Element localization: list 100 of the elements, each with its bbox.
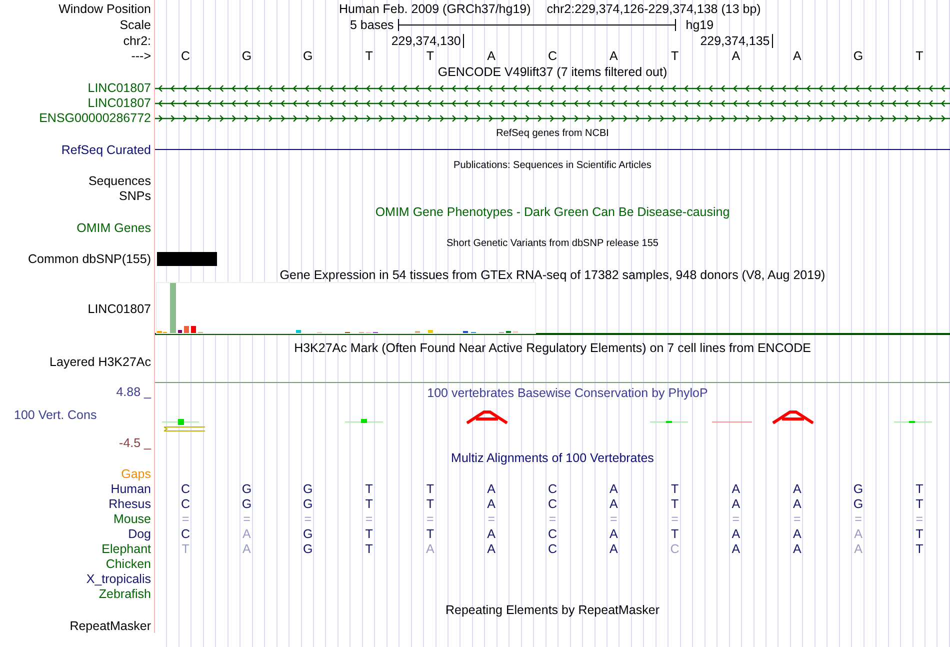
base-letter: G	[303, 49, 313, 63]
track-label: Common dbSNP(155)	[28, 252, 151, 266]
row-label: Scale	[120, 18, 151, 32]
gene-label: LINC01807	[88, 96, 151, 110]
base-letter: G	[242, 49, 252, 63]
ruler-tick: 229,374,135	[700, 34, 773, 48]
row-label: Window Position	[58, 2, 151, 16]
position-text: chr2:229,374,126-229,374,138 (13 bp)	[546, 2, 761, 16]
aligned-base: A	[426, 542, 434, 556]
axis-max-label: 4.88 _	[116, 385, 151, 399]
aligned-base: G	[303, 497, 313, 511]
track-title: H3K27Ac Mark (Often Found Near Active Regulatory Elements) on 7 cell lines from ENCODE	[294, 341, 811, 355]
base-letter: T	[365, 49, 373, 63]
aligned-base: A	[732, 497, 740, 511]
base-letter: A	[792, 49, 802, 63]
aligned-base: =	[916, 512, 924, 526]
aligned-base: A	[792, 497, 802, 511]
base-letter: A	[732, 49, 740, 63]
track-title: Multiz Alignments of 100 Vertebrates	[451, 451, 654, 466]
aligned-base: T	[365, 542, 373, 556]
aligned-base: A	[732, 542, 740, 556]
aligned-base: A	[487, 482, 496, 496]
base-letter: T	[916, 49, 924, 63]
aligned-base: T	[916, 497, 924, 511]
aligned-base: A	[732, 482, 740, 496]
aligned-base: G	[242, 497, 252, 511]
aligned-base: T	[670, 497, 679, 511]
track-label: Sequences	[88, 174, 151, 188]
species-label: Elephant	[102, 542, 151, 556]
aligned-base: =	[426, 512, 434, 526]
track-label: RepeatMasker	[70, 618, 151, 632]
variant-feature	[157, 252, 217, 266]
aligned-base: A	[854, 542, 862, 556]
species-label: Mouse	[113, 512, 151, 526]
aligned-base: C	[181, 527, 190, 541]
aligned-base: C	[548, 497, 557, 511]
aligned-base: T	[426, 497, 434, 511]
aligned-base: =	[182, 512, 190, 526]
aligned-base: T	[916, 527, 924, 541]
scale-text: 5 bases	[350, 18, 394, 32]
aligned-base: T	[426, 482, 434, 496]
species-label: Zebrafish	[98, 587, 151, 601]
scale-assembly: hg19	[686, 18, 714, 32]
aligned-base: C	[548, 542, 557, 556]
aligned-base: C	[181, 497, 190, 511]
track-title: GENCODE V49lift37 (7 items filtered out)	[438, 65, 668, 80]
aligned-base: =	[610, 512, 618, 526]
track-label: Layered H3K27Ac	[50, 355, 151, 369]
aligned-base: G	[303, 527, 313, 541]
aligned-base: =	[793, 512, 801, 526]
aligned-base: T	[365, 482, 373, 496]
aligned-base: A	[242, 527, 251, 541]
aligned-base: G	[242, 482, 252, 496]
track-title: 100 vertebrates Basewise Conservation by PhyloP	[427, 386, 708, 400]
aligned-base: G	[853, 497, 864, 511]
aligned-base: T	[916, 542, 924, 556]
track-title: Publications: Sequences in Scientific Articles	[454, 160, 652, 171]
species-label: Chicken	[106, 557, 151, 571]
gene-label: ENSG00000286772	[39, 111, 151, 125]
base-letter: G	[853, 49, 864, 63]
species-label: Rhesus	[108, 497, 151, 511]
track-label: RefSeq Curated	[61, 142, 151, 156]
base-letter: T	[426, 49, 434, 63]
aligned-base: C	[548, 527, 557, 541]
track-title: RefSeq genes from NCBI	[496, 128, 609, 140]
base-letter: A	[487, 49, 496, 63]
track-title: Short Genetic Variants from dbSNP release 155	[446, 238, 658, 249]
aligned-base: =	[548, 512, 556, 526]
base-letter: A	[609, 49, 618, 63]
base-letter: C	[181, 49, 190, 63]
row-label: chr2:	[123, 34, 151, 48]
aligned-base: A	[609, 497, 618, 511]
aligned-base: A	[242, 542, 251, 556]
aligned-base: =	[671, 512, 678, 526]
aligned-base: C	[181, 482, 190, 496]
track-title: Repeating Elements by RepeatMasker	[445, 602, 660, 617]
aligned-base: A	[792, 542, 802, 556]
aligned-base: T	[426, 527, 434, 541]
aligned-base: C	[670, 542, 680, 556]
track-label: 100 Vert. Cons	[13, 408, 97, 422]
aligned-base: =	[488, 512, 495, 526]
aligned-base: A	[609, 527, 618, 541]
aligned-base: A	[792, 527, 802, 541]
gene-label: LINC01807	[88, 81, 151, 95]
track-label: SNPs	[119, 189, 151, 203]
aligned-base: G	[303, 482, 313, 496]
track-title: Gene Expression in 54 tissues from GTEx RNA-seq of 17382 samples, 948 donors (V8, Aug 2019)	[280, 268, 826, 282]
aligned-base: T	[670, 482, 679, 496]
base-letter: C	[548, 49, 557, 63]
aligned-base: T	[670, 527, 679, 541]
aligned-base: =	[854, 512, 862, 526]
aligned-base: A	[609, 542, 618, 556]
aligned-base: A	[792, 482, 802, 496]
aligned-base: A	[854, 527, 862, 541]
ruler-tick: 229,374,130	[391, 34, 464, 48]
aligned-base: =	[732, 512, 740, 526]
aligned-base: T	[365, 527, 373, 541]
aligned-base: T	[365, 497, 373, 511]
aligned-base: =	[304, 512, 312, 526]
strand-label: --->	[131, 49, 151, 63]
